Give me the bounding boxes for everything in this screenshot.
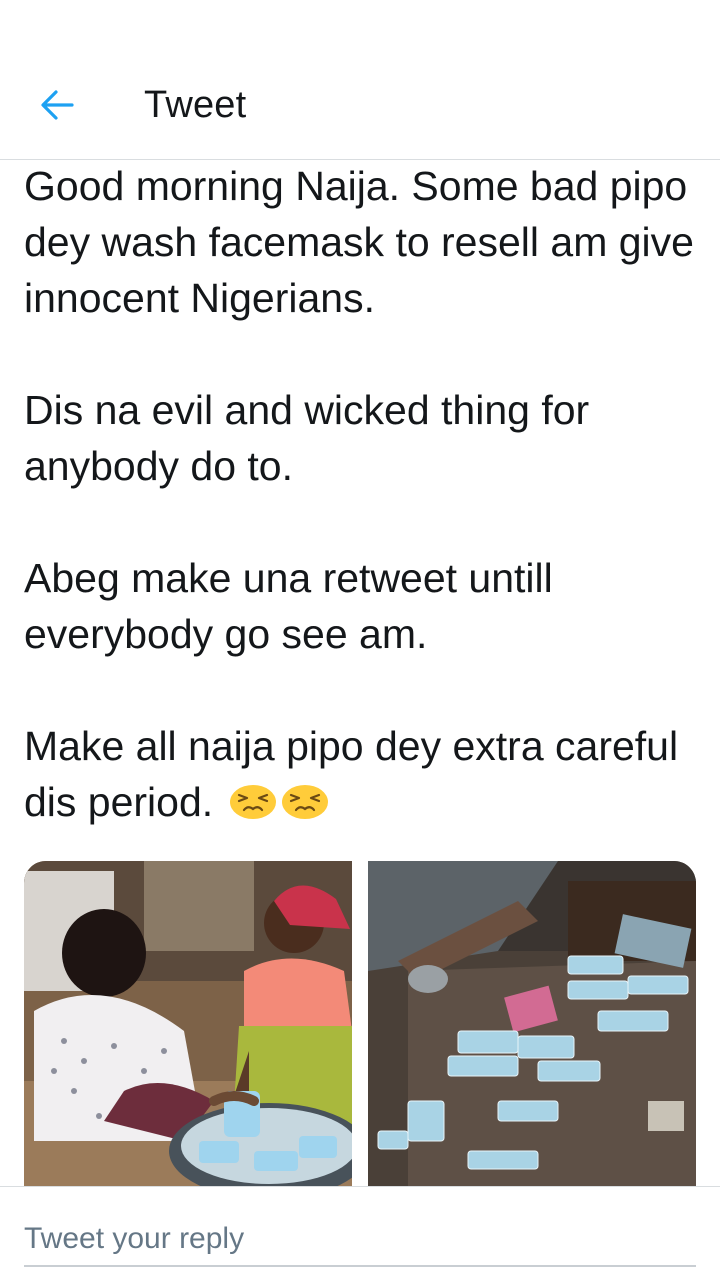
reply-input[interactable] — [24, 1213, 696, 1267]
tweet-media-grid — [24, 861, 696, 1187]
persevering-face-icon — [281, 778, 329, 834]
tweet-detail-screen: Tweet Good morning Naija. Some bad pipo … — [0, 0, 720, 1280]
back-button[interactable] — [34, 82, 80, 128]
tweet-paragraph-text: Make all naija pipo dey extra careful di… — [24, 723, 679, 825]
top-app-bar: Tweet — [0, 0, 720, 160]
tweet-paragraph-last: Make all naija pipo dey extra careful di… — [24, 718, 704, 834]
tweet-text: Good morning Naija. Some bad pipo dey wa… — [24, 158, 704, 834]
used-facemasks-on-floor-photo[interactable] — [368, 861, 696, 1187]
persevering-face-icon — [229, 778, 277, 834]
tweet-paragraph: Good morning Naija. Some bad pipo dey wa… — [24, 163, 694, 321]
tweet-paragraph: Abeg make una retweet untill everybody g… — [24, 555, 553, 657]
women-washing-facemasks-photo[interactable] — [24, 861, 352, 1187]
tweet-paragraph: Dis na evil and wicked thing for anybody… — [24, 387, 590, 489]
reply-bar — [0, 1186, 720, 1280]
arrow-left-icon — [41, 90, 74, 120]
page-title: Tweet — [144, 84, 247, 126]
